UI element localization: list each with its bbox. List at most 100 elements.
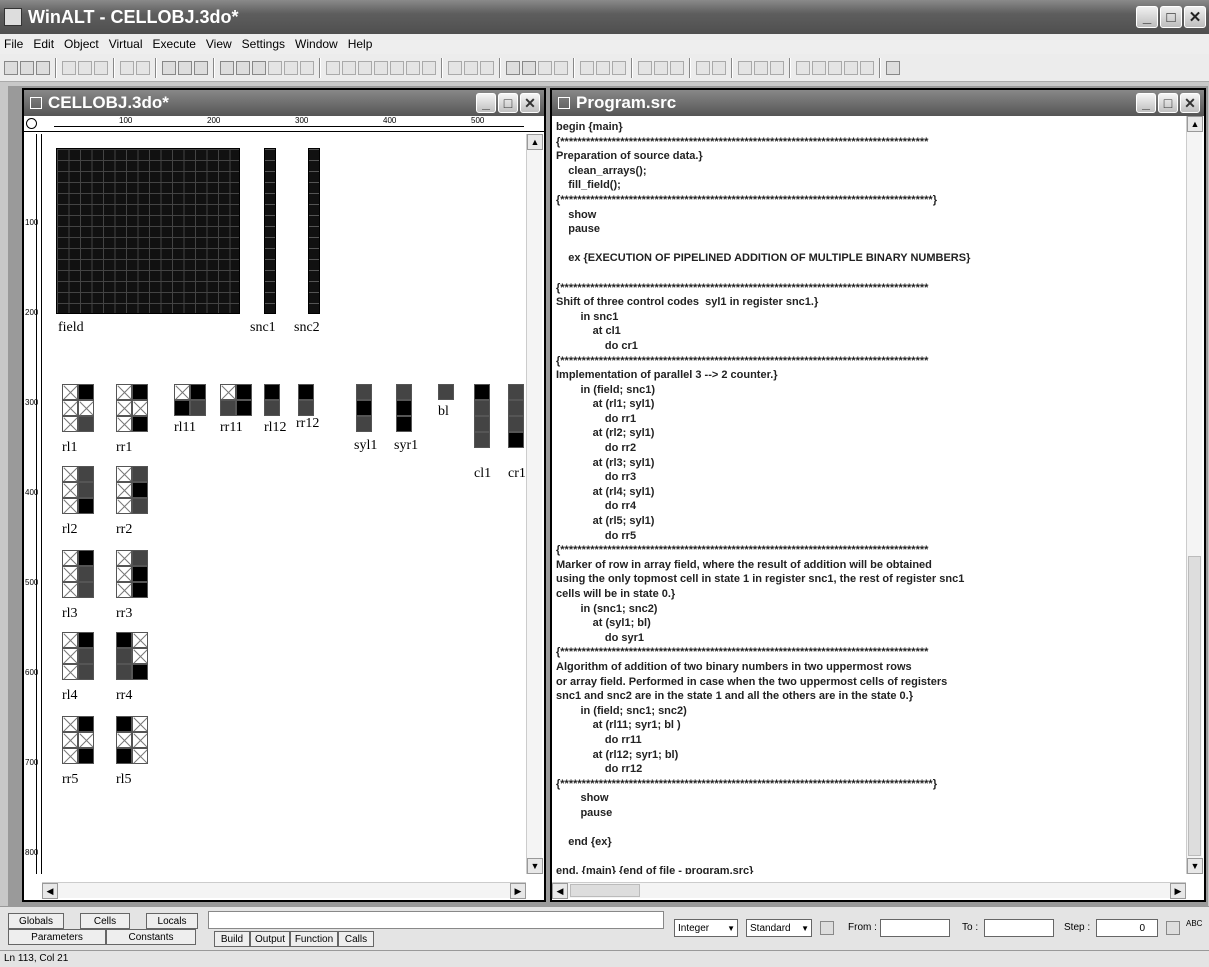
output-pane[interactable] — [208, 911, 664, 929]
scroll-right-icon[interactable]: ▶ — [1170, 883, 1186, 899]
rr3-object[interactable] — [116, 550, 148, 598]
open-icon[interactable] — [20, 60, 34, 75]
syr1-object[interactable] — [396, 384, 412, 432]
fill-icon[interactable] — [464, 60, 478, 75]
cl1-object[interactable] — [474, 384, 490, 448]
tab-cells[interactable]: Cells — [80, 913, 130, 929]
frame-icon[interactable] — [406, 60, 420, 75]
flag-icon[interactable] — [480, 60, 494, 75]
cr1-object[interactable] — [508, 384, 524, 448]
cut-icon[interactable] — [62, 60, 76, 75]
program-vertical-scrollbar[interactable]: ▲ ▼ — [1186, 116, 1203, 874]
rr12-object[interactable] — [298, 384, 314, 416]
align-top-icon[interactable] — [612, 60, 626, 75]
watch-icon[interactable] — [712, 60, 726, 75]
cellobj-maximize-button[interactable]: □ — [498, 93, 518, 113]
maximize-button[interactable]: □ — [1160, 6, 1182, 28]
export-icon[interactable] — [886, 60, 900, 75]
trace-over-icon[interactable] — [812, 60, 826, 75]
new-icon[interactable] — [4, 60, 18, 75]
rr4-object[interactable] — [116, 632, 148, 680]
tab-output[interactable]: Output — [250, 931, 290, 947]
cellobj-horizontal-scrollbar[interactable]: ◀ ▶ — [42, 882, 526, 899]
scroll-thumb[interactable] — [1188, 556, 1201, 856]
refresh-icon[interactable] — [162, 60, 176, 75]
program-minimize-button[interactable]: _ — [1136, 93, 1156, 113]
bl-object[interactable] — [438, 384, 454, 400]
scroll-up-icon[interactable]: ▲ — [1187, 116, 1203, 132]
link-icon[interactable] — [358, 60, 372, 75]
scroll-thumb[interactable] — [570, 884, 640, 897]
help-icon[interactable] — [194, 60, 208, 75]
tool-icon[interactable] — [374, 60, 388, 75]
menu-window[interactable]: Window — [295, 37, 338, 51]
program-maximize-button[interactable]: □ — [1158, 93, 1178, 113]
rr5-object[interactable] — [62, 716, 94, 764]
step-over-icon[interactable] — [654, 60, 668, 75]
menu-object[interactable]: Object — [64, 37, 99, 51]
step-icon[interactable] — [638, 60, 652, 75]
rr2-object[interactable] — [116, 466, 148, 514]
to-input[interactable] — [984, 919, 1054, 937]
rl11-object[interactable] — [174, 384, 206, 416]
undo-icon[interactable] — [120, 60, 134, 75]
rect-icon[interactable] — [554, 60, 568, 75]
wand-icon[interactable] — [390, 60, 404, 75]
build-icon[interactable] — [754, 60, 768, 75]
from-input[interactable] — [880, 919, 950, 937]
tab-build[interactable]: Build — [214, 931, 250, 947]
align-center-icon[interactable] — [596, 60, 610, 75]
align-left-icon[interactable] — [580, 60, 594, 75]
close-button[interactable]: ✕ — [1184, 6, 1206, 28]
scroll-down-icon[interactable]: ▼ — [527, 858, 543, 874]
program-close-button[interactable]: ✕ — [1180, 93, 1200, 113]
menu-edit[interactable]: Edit — [33, 37, 54, 51]
menu-execute[interactable]: Execute — [153, 37, 196, 51]
scroll-right-icon[interactable]: ▶ — [510, 883, 526, 899]
compile-icon[interactable] — [738, 60, 752, 75]
cellobj-minimize-button[interactable]: _ — [476, 93, 496, 113]
scroll-left-icon[interactable]: ◀ — [552, 883, 568, 899]
mode-select[interactable]: Standard ▼ — [746, 919, 812, 937]
grid-edit-icon[interactable] — [284, 60, 298, 75]
cellobj-vertical-scrollbar[interactable]: ▲ ▼ — [526, 134, 543, 874]
save-icon[interactable] — [36, 60, 50, 75]
tab-function[interactable]: Function — [290, 931, 338, 947]
copy-icon[interactable] — [78, 60, 92, 75]
pen-icon[interactable] — [522, 60, 536, 75]
paste-icon[interactable] — [94, 60, 108, 75]
rl4-object[interactable] — [62, 632, 94, 680]
rr1-object[interactable] — [116, 384, 148, 432]
code-editor[interactable]: begin {main} {**************************… — [552, 116, 1186, 874]
rl5-object[interactable] — [116, 716, 148, 764]
program-horizontal-scrollbar[interactable]: ◀ ▶ — [552, 882, 1186, 899]
tab-calls[interactable]: Calls — [338, 931, 374, 947]
breakpoint-icon[interactable] — [844, 60, 858, 75]
report-icon[interactable] — [860, 60, 874, 75]
debug-icon[interactable] — [696, 60, 710, 75]
print-icon[interactable] — [178, 60, 192, 75]
line-icon[interactable] — [538, 60, 552, 75]
properties-icon[interactable] — [820, 921, 834, 935]
pointer-icon[interactable] — [506, 60, 520, 75]
menu-view[interactable]: View — [206, 37, 232, 51]
align-icon[interactable] — [326, 60, 340, 75]
rl2-object[interactable] — [62, 466, 94, 514]
tab-globals[interactable]: Globals — [8, 913, 64, 929]
field-array[interactable] — [56, 148, 240, 314]
scroll-left-icon[interactable]: ◀ — [42, 883, 58, 899]
align-right-icon[interactable] — [342, 60, 356, 75]
settings-icon[interactable] — [1166, 921, 1180, 935]
scroll-up-icon[interactable]: ▲ — [527, 134, 543, 150]
menu-virtual[interactable]: Virtual — [109, 37, 143, 51]
type-select[interactable]: Integer ▼ — [674, 919, 738, 937]
tab-constants[interactable]: Constants — [106, 929, 196, 945]
snc2-register[interactable] — [308, 148, 320, 314]
cells-row-icon[interactable] — [236, 60, 250, 75]
rl12-object[interactable] — [264, 384, 280, 416]
trace-back-icon[interactable] — [828, 60, 842, 75]
menu-help[interactable]: Help — [348, 37, 373, 51]
grid-select-icon[interactable] — [300, 60, 314, 75]
syl1-object[interactable] — [356, 384, 372, 432]
step-spinner[interactable]: 0 — [1096, 919, 1158, 937]
